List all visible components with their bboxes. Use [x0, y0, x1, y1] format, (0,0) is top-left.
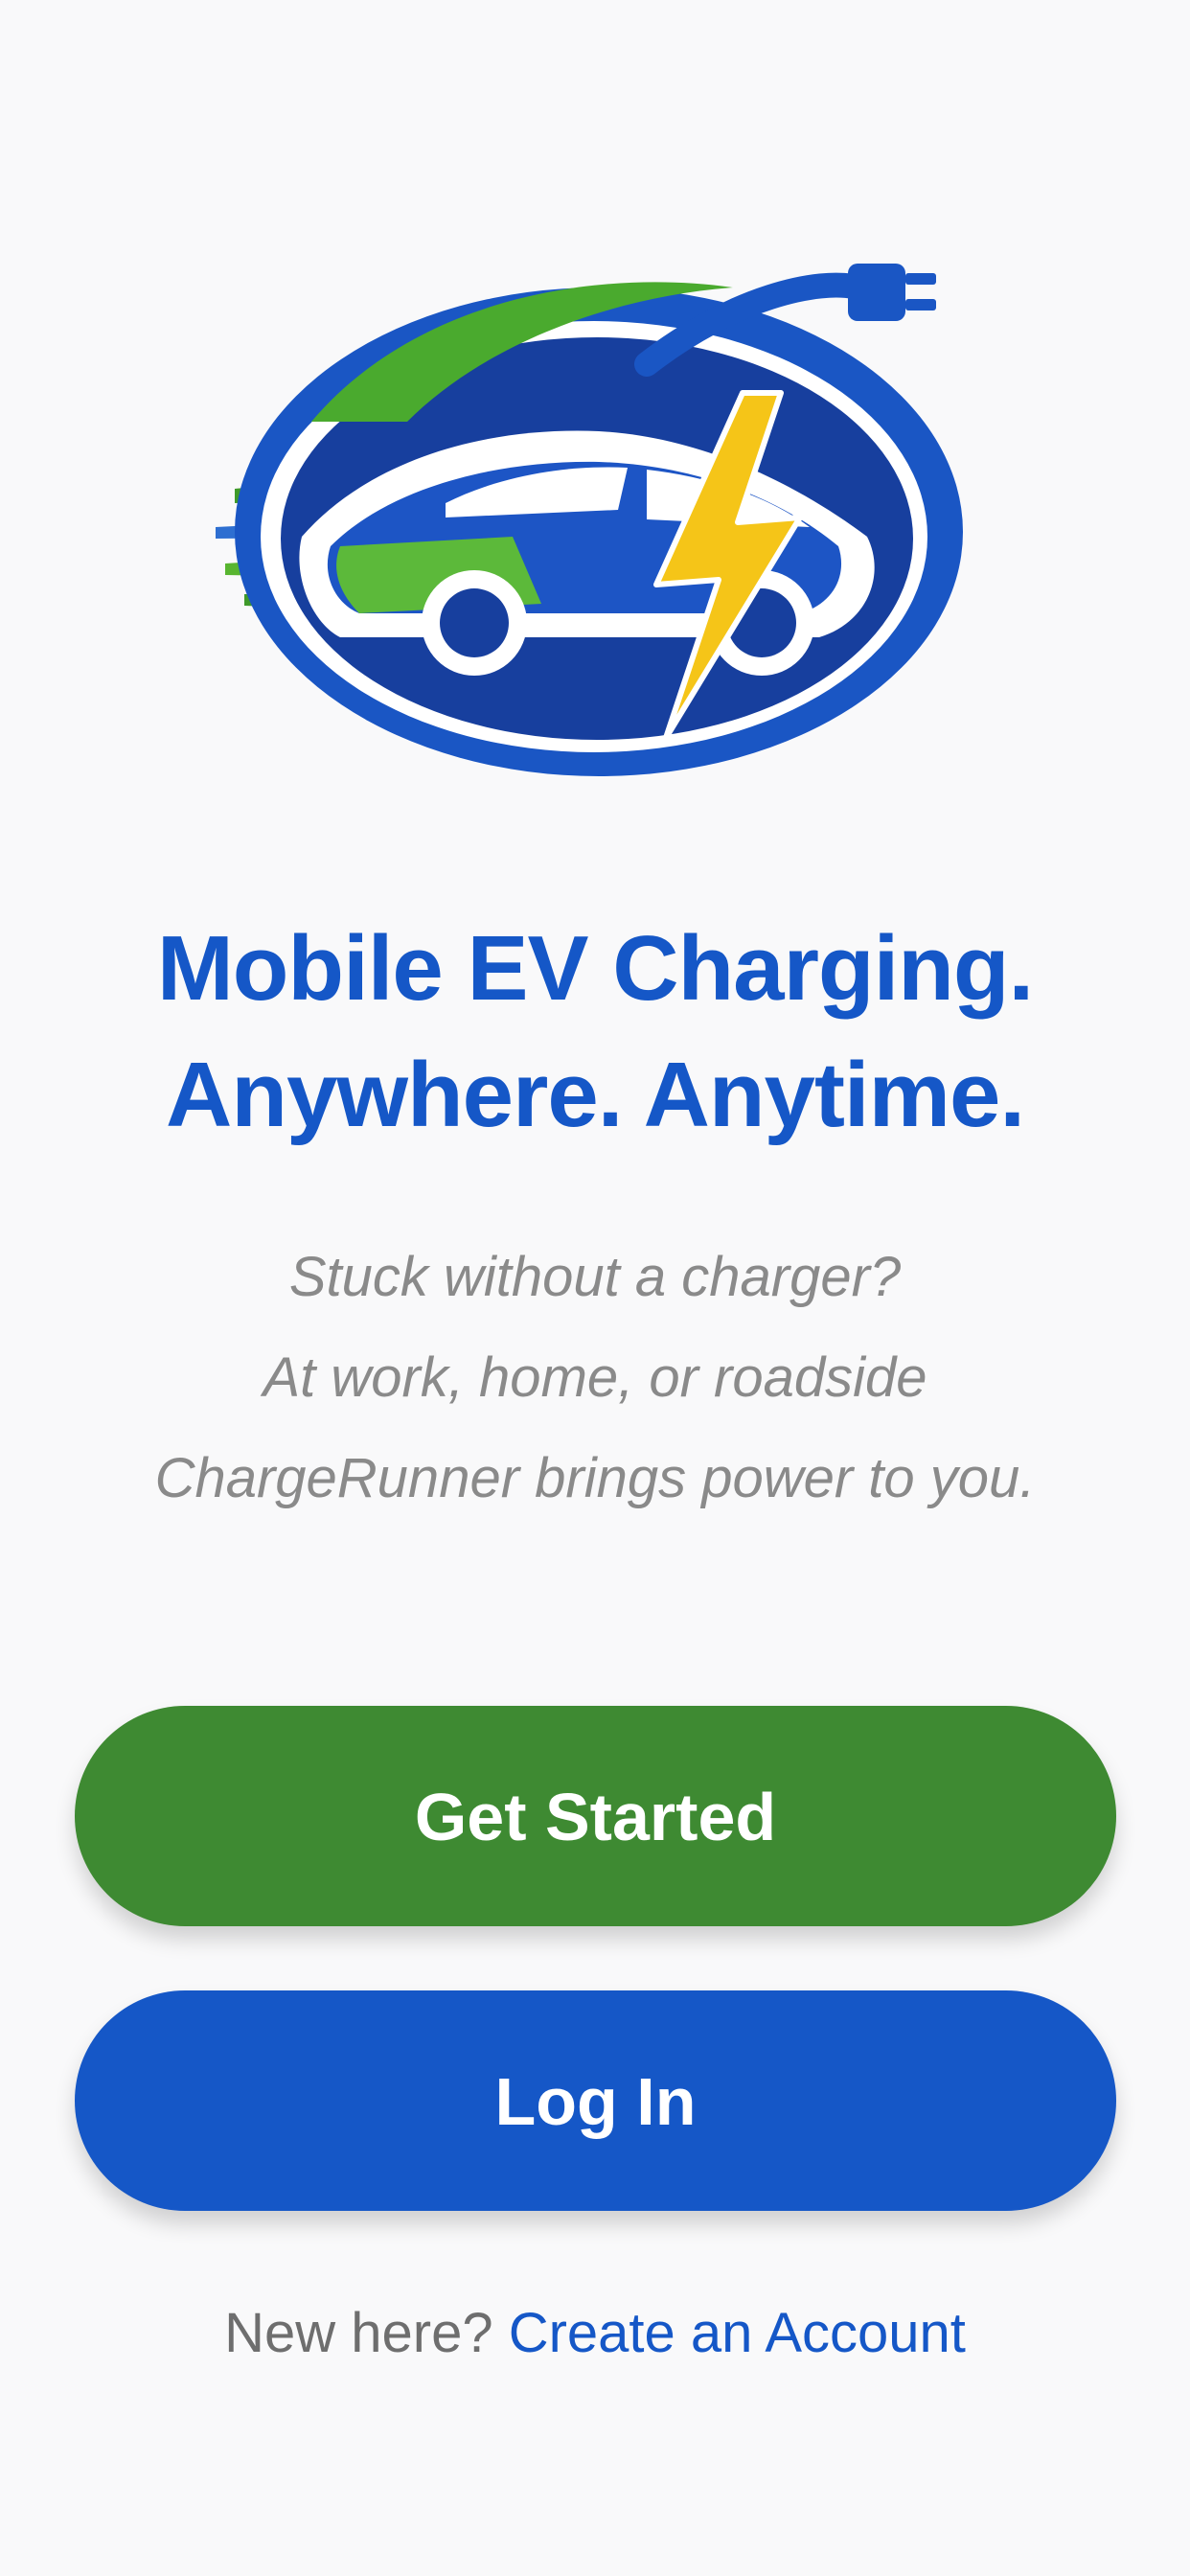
log-in-button[interactable]: Log In	[75, 1990, 1116, 2211]
create-account-link[interactable]: Create an Account	[509, 2302, 966, 2364]
tagline-line-2: At work, home, or roadside	[263, 1346, 927, 1409]
headline-line-1: Mobile EV Charging.	[156, 917, 1034, 1020]
get-started-button[interactable]: Get Started	[75, 1706, 1116, 1926]
welcome-screen: Mobile EV Charging. Anywhere. Anytime. S…	[0, 0, 1190, 2576]
ev-car-charging-logo-icon	[216, 264, 963, 776]
new-here-text: New here?	[224, 2302, 493, 2364]
headline: Mobile EV Charging. Anywhere. Anytime.	[0, 906, 1190, 1159]
headline-line-2: Anywhere. Anytime.	[165, 1044, 1025, 1146]
tagline-line-3: ChargeRunner brings power to you.	[154, 1447, 1036, 1509]
create-account-prompt: New here? Create an Account	[0, 2295, 1190, 2372]
tagline: Stuck without a charger? At work, home, …	[0, 1227, 1190, 1529]
tagline-line-1: Stuck without a charger?	[288, 1246, 902, 1308]
